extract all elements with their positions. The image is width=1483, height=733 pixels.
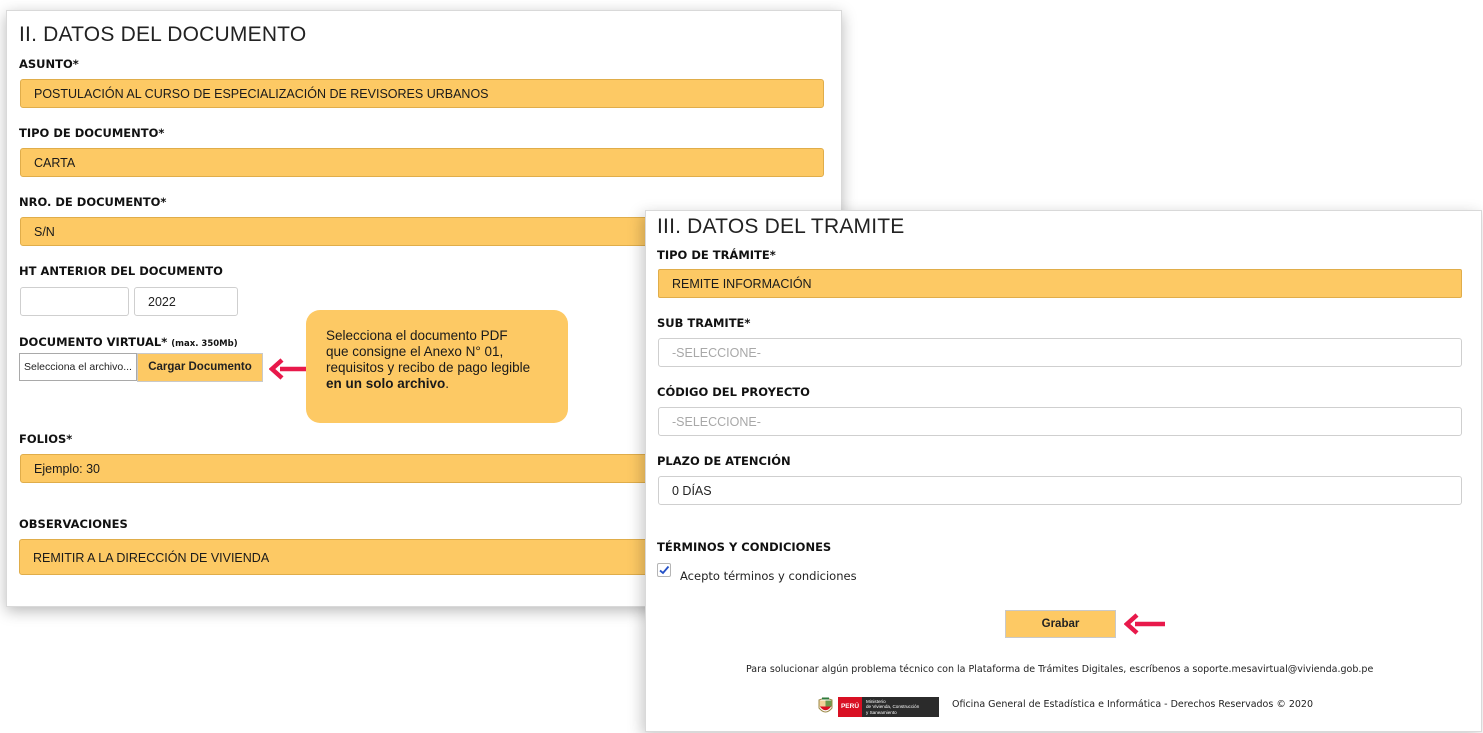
ht-anterior-label: HT ANTERIOR DEL DOCUMENTO — [19, 264, 223, 278]
hint-line-2: que consigne el Anexo N° 01, — [326, 344, 504, 359]
ministry-logo-line-2: de Vivienda, Construcción — [866, 704, 920, 710]
codigo-proyecto-select[interactable]: -SELECCIONE- — [658, 407, 1462, 436]
support-text: Para solucionar algún problema técnico c… — [746, 664, 1374, 675]
hint-line-4-bold: en un solo archivo — [326, 376, 446, 391]
upload-document-button[interactable]: Cargar Documento — [137, 353, 263, 382]
file-select-input[interactable]: Selecciona el archivo... — [19, 353, 137, 381]
documento-virtual-max: (max. 350Mb) — [171, 339, 238, 349]
check-icon — [659, 565, 670, 575]
peru-logo-label: PERÚ — [838, 697, 862, 717]
tipo-tramite-select[interactable]: REMITE INFORMACIÓN — [658, 269, 1462, 298]
save-button[interactable]: Grabar — [1005, 610, 1116, 638]
folios-label: FOLIOS* — [19, 432, 73, 446]
ht-number-field[interactable] — [20, 287, 129, 316]
upload-hint-callout: Selecciona el documento PDF que consigne… — [306, 310, 568, 423]
peru-coat-of-arms-icon — [818, 697, 833, 713]
documento-virtual-label: DOCUMENTO VIRTUAL* (max. 350Mb) — [19, 335, 238, 349]
hint-line-3: requisitos y recibo de pago legible — [326, 360, 531, 375]
tipo-documento-label: TIPO DE DOCUMENTO* — [19, 126, 165, 140]
hint-line-1: Selecciona el documento PDF — [326, 328, 508, 343]
plazo-atencion-label: PLAZO DE ATENCIÓN — [657, 454, 791, 468]
ht-year-field[interactable]: 2022 — [134, 287, 238, 316]
sub-tramite-label: SUB TRAMITE* — [657, 316, 751, 330]
accept-terms-checkbox[interactable] — [657, 563, 671, 577]
codigo-proyecto-label: CÓDIGO DEL PROYECTO — [657, 385, 810, 399]
terminos-label: TÉRMINOS Y CONDICIONES — [657, 540, 832, 554]
ministry-logo: PERÚ Ministerio de Vivienda, Construcció… — [838, 697, 939, 717]
sub-tramite-select[interactable]: -SELECCIONE- — [658, 338, 1462, 367]
plazo-atencion-field: 0 DÍAS — [658, 476, 1462, 505]
upload-pointer-arrow-icon — [269, 358, 306, 380]
tipo-tramite-label: TIPO DE TRÁMITE* — [657, 248, 776, 262]
tipo-documento-field[interactable]: CARTA — [20, 148, 824, 177]
save-pointer-arrow-icon — [1124, 613, 1165, 635]
accept-terms-label[interactable]: Acepto términos y condiciones — [680, 569, 857, 583]
hint-line-4: en un solo archivo. — [326, 376, 568, 392]
asunto-field[interactable]: POSTULACIÓN AL CURSO DE ESPECIALIZACIÓN … — [20, 79, 824, 108]
ministry-logo-line-3: y Saneamiento — [866, 709, 897, 715]
observaciones-label: OBSERVACIONES — [19, 517, 128, 531]
hint-line-4-end: . — [445, 376, 450, 391]
documento-section-title: II. DATOS DEL DOCUMENTO — [19, 23, 307, 46]
documento-virtual-label-text: DOCUMENTO VIRTUAL* — [19, 335, 168, 349]
nro-documento-label: NRO. DE DOCUMENTO* — [19, 195, 167, 209]
copyright-text: Oficina General de Estadística e Informá… — [952, 699, 1314, 710]
ministry-logo-text: Ministerio de Vivienda, Construcción y S… — [862, 697, 919, 717]
tramite-section-title: III. DATOS DEL TRAMITE — [657, 215, 905, 238]
asunto-label: ASUNTO* — [19, 57, 79, 71]
